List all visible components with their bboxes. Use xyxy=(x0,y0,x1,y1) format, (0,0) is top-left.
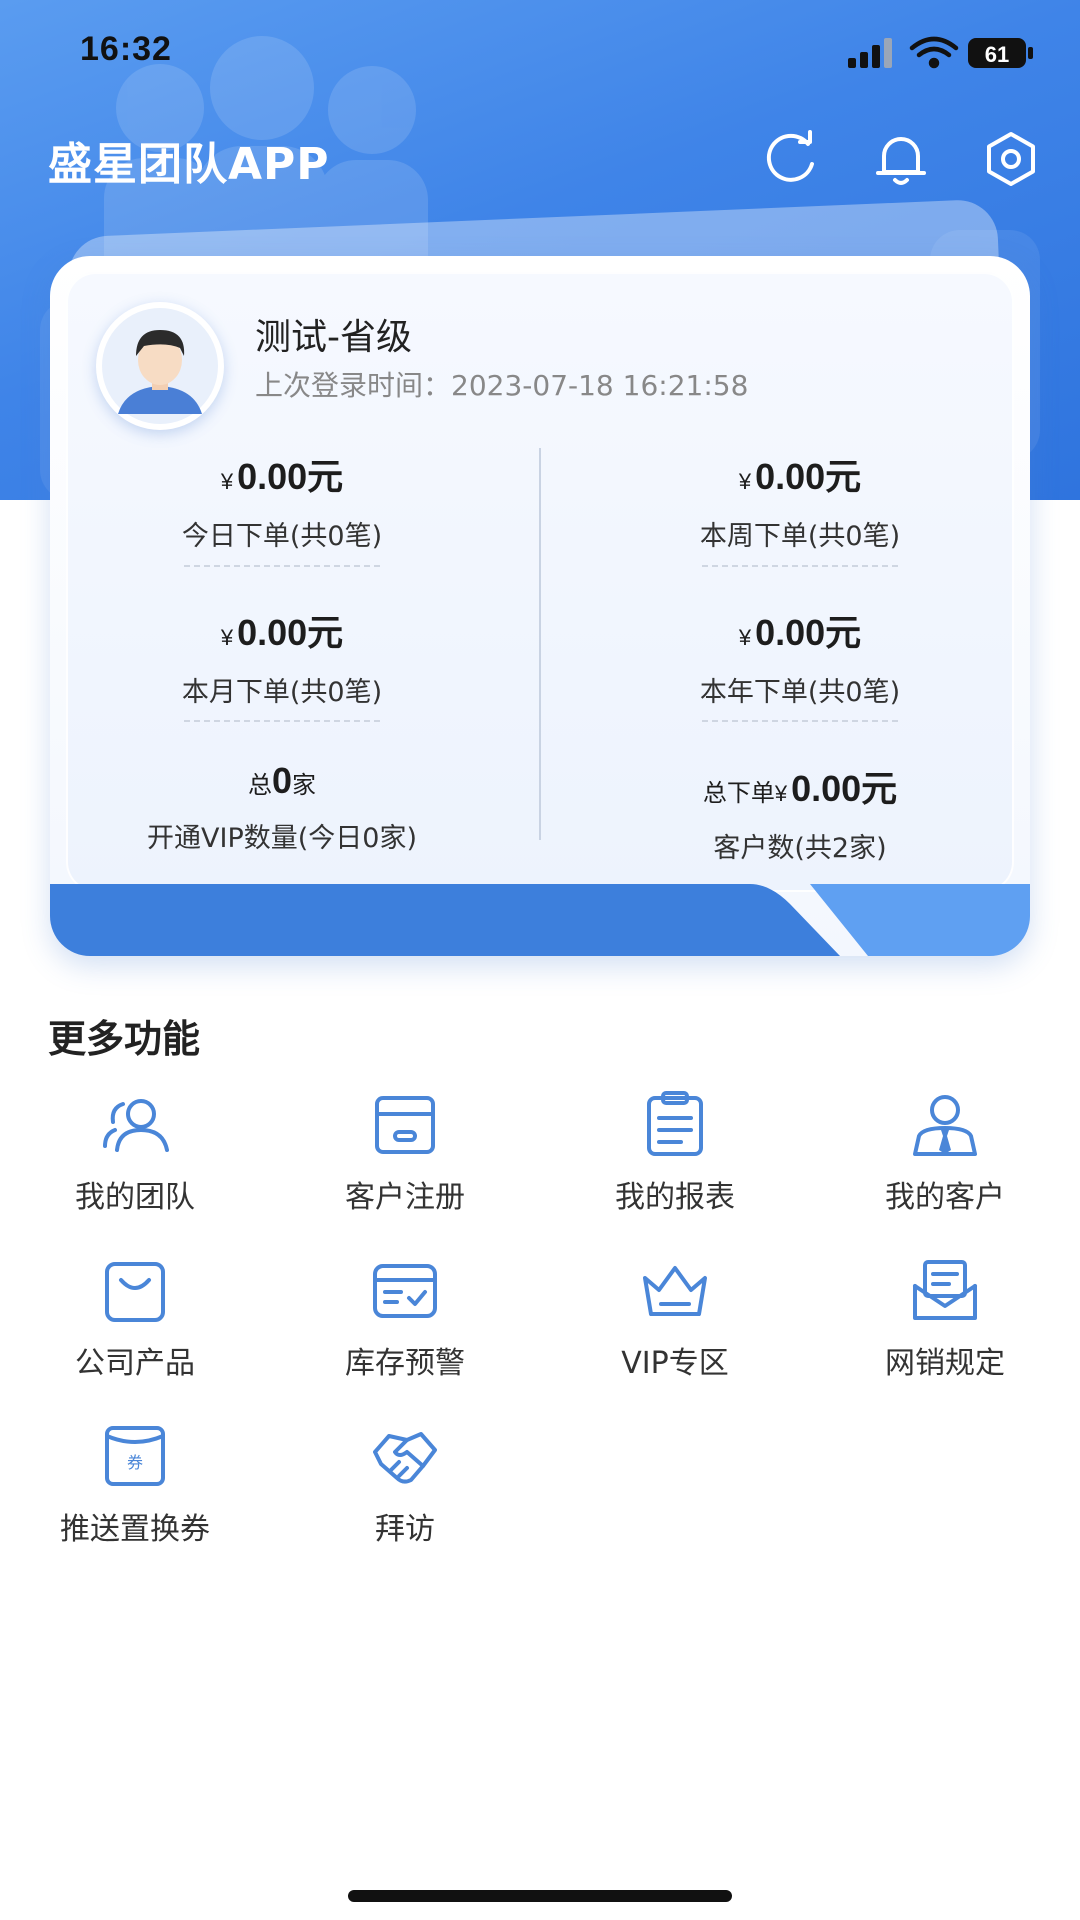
avatar[interactable] xyxy=(96,302,224,430)
stat-vip[interactable]: 总0家 开通VIP数量(今日0家) xyxy=(72,760,492,855)
dashed-divider xyxy=(184,565,380,567)
last-login-value: 2023-07-18 16:21:58 xyxy=(451,369,749,402)
func-my-team[interactable]: 我的团队 xyxy=(35,1090,235,1230)
inventory-check-icon xyxy=(373,1264,437,1318)
battery-level: 61 xyxy=(985,42,1009,67)
stat-week-value: 0.00元 xyxy=(755,456,862,497)
stat-today[interactable]: ¥0.00元 今日下单(共0笔) xyxy=(72,448,492,553)
card-footer-decoration xyxy=(50,884,1030,956)
stat-customers-value: 0.00元 xyxy=(791,768,898,809)
app-title: 盛星团队APP xyxy=(48,139,330,190)
refresh-icon[interactable] xyxy=(760,128,822,190)
func-label: 库存预警 xyxy=(345,1346,465,1381)
coupon-icon: 券 xyxy=(105,1426,165,1486)
wifi-icon xyxy=(909,36,959,69)
stat-today-value: 0.00元 xyxy=(237,456,344,497)
coupon-icon-text: 券 xyxy=(127,1453,143,1472)
dashed-divider xyxy=(184,720,380,722)
stat-vip-label: 开通VIP数量(今日0家) xyxy=(147,823,417,854)
stat-customers-label: 客户数(共2家) xyxy=(713,833,887,864)
signal-icon xyxy=(848,38,892,68)
crown-icon xyxy=(643,1266,707,1316)
currency-symbol: ¥ xyxy=(774,781,788,806)
func-label: 网销规定 xyxy=(885,1346,1005,1381)
func-label: 我的报表 xyxy=(615,1180,735,1215)
currency-symbol: ¥ xyxy=(738,469,752,494)
register-card-icon xyxy=(375,1096,435,1154)
stats-divider xyxy=(539,448,541,840)
stat-customers-prefix: 总下单 xyxy=(702,780,775,807)
currency-symbol: ¥ xyxy=(738,625,752,650)
dashed-divider xyxy=(702,720,898,722)
envelope-doc-icon xyxy=(913,1260,977,1320)
stat-week[interactable]: ¥0.00元 本周下单(共0笔) xyxy=(590,448,1010,553)
stat-month-value: 0.00元 xyxy=(237,612,344,653)
currency-symbol: ¥ xyxy=(220,469,234,494)
func-my-customers[interactable]: 我的客户 xyxy=(845,1090,1045,1230)
func-inventory-warning[interactable]: 库存预警 xyxy=(305,1256,505,1396)
user-name: 测试-省级 xyxy=(255,317,412,358)
func-label: 推送置换券 xyxy=(60,1512,210,1547)
dashed-divider xyxy=(702,565,898,567)
stat-vip-suffix: 家 xyxy=(292,772,317,799)
currency-symbol: ¥ xyxy=(220,625,234,650)
last-login-label: 上次登录时间： xyxy=(255,369,452,402)
func-label: 客户注册 xyxy=(345,1180,465,1215)
shopping-bag-icon xyxy=(105,1262,165,1322)
status-icons: 61 xyxy=(848,36,1033,69)
status-time: 16:32 xyxy=(80,30,172,68)
stat-month[interactable]: ¥0.00元 本月下单(共0笔) xyxy=(72,604,492,709)
stat-customers[interactable]: 总下单¥ 0.00元 客户数(共2家) xyxy=(590,760,1010,865)
settings-icon[interactable] xyxy=(980,128,1042,190)
func-label: 拜访 xyxy=(375,1512,435,1547)
func-push-coupon[interactable]: 券 推送置换券 xyxy=(35,1422,235,1562)
func-label: 公司产品 xyxy=(75,1346,195,1381)
avatar-person-icon xyxy=(102,308,218,424)
stat-week-label: 本周下单(共0笔) xyxy=(699,521,901,552)
stat-year[interactable]: ¥0.00元 本年下单(共0笔) xyxy=(590,604,1010,709)
stat-vip-prefix: 总 xyxy=(247,772,272,799)
func-label: 我的客户 xyxy=(885,1180,1005,1215)
battery-icon: 61 xyxy=(968,38,1033,68)
customer-person-icon xyxy=(913,1095,977,1156)
stat-month-label: 本月下单(共0笔) xyxy=(181,677,383,708)
func-online-rules[interactable]: 网销规定 xyxy=(845,1256,1045,1396)
func-my-report[interactable]: 我的报表 xyxy=(575,1090,775,1230)
func-company-products[interactable]: 公司产品 xyxy=(35,1256,235,1396)
report-clipboard-icon xyxy=(647,1091,703,1156)
home-indicator[interactable] xyxy=(348,1890,732,1902)
stat-year-value: 0.00元 xyxy=(755,612,862,653)
func-vip-zone[interactable]: VIP专区 xyxy=(575,1256,775,1396)
func-label: VIP专区 xyxy=(621,1346,729,1381)
stat-vip-value: 0 xyxy=(271,760,293,801)
team-icon xyxy=(103,1099,169,1152)
stat-year-label: 本年下单(共0笔) xyxy=(699,677,901,708)
func-customer-register[interactable]: 客户注册 xyxy=(305,1090,505,1230)
func-visit[interactable]: 拜访 xyxy=(305,1422,505,1562)
handshake-icon xyxy=(373,1432,437,1484)
func-label: 我的团队 xyxy=(75,1180,195,1215)
last-login: 上次登录时间：2023-07-18 16:21:58 xyxy=(255,364,748,404)
stat-today-label: 今日下单(共0笔) xyxy=(181,521,383,552)
bell-icon[interactable] xyxy=(870,128,932,190)
section-title-more: 更多功能 xyxy=(48,1017,201,1061)
